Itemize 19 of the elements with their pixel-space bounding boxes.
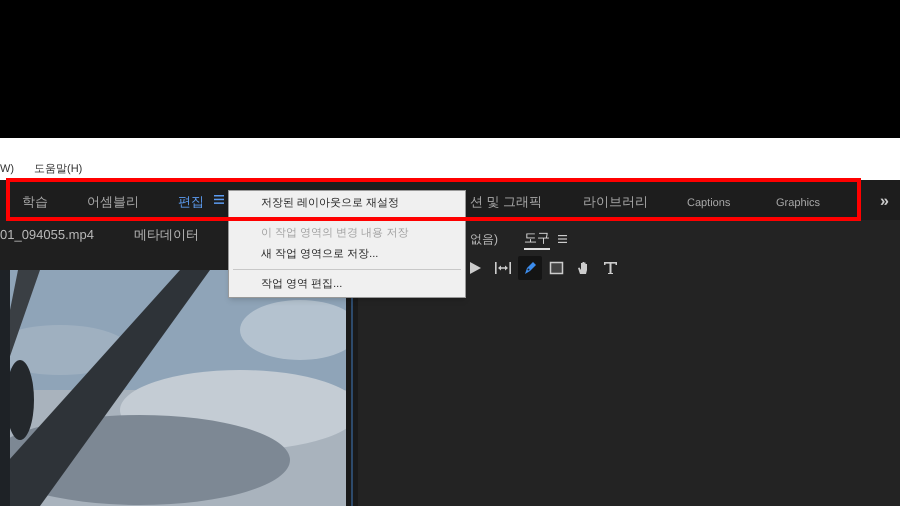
menu-icon[interactable] [213,192,225,206]
menu-item[interactable]: 새 작업 영역으로 저장... [229,244,465,265]
menu-item[interactable]: W) [0,160,14,177]
workspace-tab[interactable]: Captions [687,195,730,212]
workspace-tab[interactable]: 션 및 그래픽 [470,192,542,212]
workspace-tab[interactable]: 학습 [22,192,48,212]
panel-caption: 없음) [470,230,498,248]
menu-icon[interactable] [558,234,567,243]
overflow-button[interactable]: » [880,190,889,214]
workspace-tab[interactable]: 어셈블리 [87,192,139,212]
workspace-tab[interactable]: 편집 [178,192,204,212]
menu-item[interactable]: 저장된 레이아웃으로 재설정 [229,193,465,214]
workspace-tab[interactable]: Graphics [776,195,820,212]
menu-item[interactable]: 작업 영역 편집... [229,274,465,295]
panel-tab[interactable]: 01_094055.mp4 [0,225,94,244]
menu-item[interactable]: 도움말(H) [30,160,82,177]
workspace-tab[interactable]: 라이브러리 [583,192,648,212]
panel-tab[interactable]: 메타데이터 [126,225,199,244]
panel-tab[interactable]: 도구 [524,228,550,250]
